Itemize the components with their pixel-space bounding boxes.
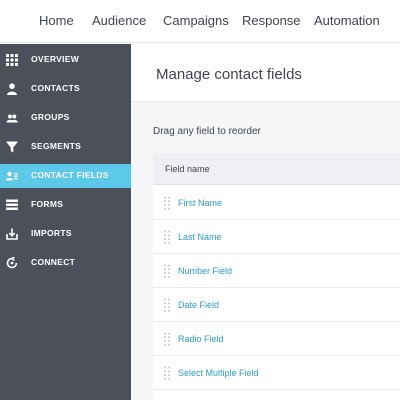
sidebar-item-forms[interactable]: FORMS	[0, 193, 131, 217]
table-row[interactable]: First Name	[153, 186, 400, 220]
table-row[interactable]: Last Name	[153, 220, 400, 254]
contact-fields-icon	[6, 171, 18, 181]
group-icon	[6, 114, 18, 123]
sidebar-item-label: OVERVIEW	[31, 54, 80, 64]
field-name-link[interactable]: First Name	[178, 198, 222, 208]
sidebar-item-groups[interactable]: GROUPS	[0, 106, 131, 130]
nav-campaigns[interactable]: Campaigns	[163, 13, 229, 28]
drag-handle-icon[interactable]	[164, 332, 170, 346]
drag-handle-icon[interactable]	[164, 366, 170, 380]
page-title: Manage contact fields	[156, 66, 302, 83]
sidebar-item-label: IMPORTS	[31, 228, 72, 238]
sidebar-item-label: CONTACT FIELDS	[31, 170, 109, 180]
table-row[interactable]: Radio Field	[153, 322, 400, 356]
person-icon	[7, 83, 17, 95]
forms-icon	[6, 199, 18, 210]
sidebar-item-label: CONNECT	[31, 257, 76, 267]
sidebar: OVERVIEW CONTACTS GROUPS SEGMENTS CONTAC…	[0, 44, 131, 400]
drag-handle-icon[interactable]	[164, 298, 170, 312]
field-name-link[interactable]: Last Name	[178, 232, 222, 242]
connect-icon	[6, 257, 18, 269]
field-name-link[interactable]: Number Field	[178, 266, 232, 276]
main-content: Manage contact fields Drag any field to …	[131, 44, 400, 400]
page-header: Manage contact fields	[131, 44, 400, 102]
sidebar-item-contact-fields[interactable]: CONTACT FIELDS	[0, 164, 131, 188]
sidebar-item-connect[interactable]: CONNECT	[0, 251, 131, 275]
sidebar-item-label: FORMS	[31, 199, 64, 209]
sidebar-item-contacts[interactable]: CONTACTS	[0, 77, 131, 101]
drag-handle-icon[interactable]	[164, 230, 170, 244]
sidebar-item-segments[interactable]: SEGMENTS	[0, 135, 131, 159]
top-navigation: Home Audience Campaigns Response Automat…	[0, 0, 400, 43]
field-name-link[interactable]: Radio Field	[178, 334, 224, 344]
nav-home[interactable]: Home	[39, 13, 74, 28]
import-icon	[6, 228, 18, 240]
nav-audience[interactable]: Audience	[92, 13, 146, 28]
reorder-hint: Drag any field to reorder	[153, 126, 261, 137]
field-name-link[interactable]: Select Multiple Field	[178, 368, 259, 378]
nav-response[interactable]: Response	[242, 13, 301, 28]
field-name-link[interactable]: Date Field	[178, 300, 219, 310]
sidebar-item-label: GROUPS	[31, 112, 70, 122]
table-row[interactable]: Number Field	[153, 254, 400, 288]
sidebar-item-imports[interactable]: IMPORTS	[0, 222, 131, 246]
table-header: Field name	[153, 153, 400, 185]
funnel-icon	[6, 141, 18, 153]
column-header-field-name[interactable]: Field name	[165, 164, 210, 174]
table-row[interactable]: Date Field	[153, 288, 400, 322]
sidebar-item-label: SEGMENTS	[31, 141, 82, 151]
drag-handle-icon[interactable]	[164, 264, 170, 278]
nav-automation[interactable]: Automation	[314, 13, 380, 28]
table-row[interactable]: Select Multiple Field	[153, 356, 400, 390]
grid-icon	[6, 54, 18, 66]
sidebar-item-label: CONTACTS	[31, 83, 80, 93]
drag-handle-icon[interactable]	[164, 196, 170, 210]
contact-fields-table: Field name First Name Last Name Number F…	[153, 153, 400, 400]
sidebar-item-overview[interactable]: OVERVIEW	[0, 48, 131, 72]
